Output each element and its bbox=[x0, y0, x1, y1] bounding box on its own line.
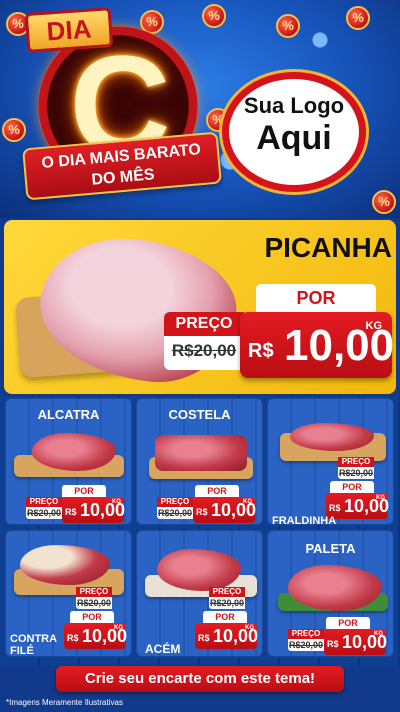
product-card-costela[interactable]: COSTELA POR PREÇO R$20,00 R$ 10,00 KG bbox=[136, 398, 263, 525]
por-label: POR bbox=[70, 611, 114, 623]
old-price: R$20,00 bbox=[157, 508, 193, 518]
unit: KG bbox=[114, 625, 123, 631]
old-price-box: PREÇO R$20,00 bbox=[338, 457, 374, 479]
product-name-line-1: CONTRA bbox=[10, 633, 58, 645]
percent-coin-icon: % bbox=[202, 4, 226, 28]
preco-label: PREÇO bbox=[157, 497, 193, 507]
contra-file-meat-image bbox=[20, 545, 110, 585]
preco-label: PREÇO bbox=[209, 587, 245, 597]
disclaimer-text: *Imagens Meramente Ilustrativas bbox=[6, 698, 123, 707]
price-tag: R$ 10,00 KG bbox=[195, 623, 258, 649]
product-name: COSTELA bbox=[168, 407, 231, 422]
product-name: ACÉM bbox=[145, 642, 181, 656]
product-name: FRALDINHA bbox=[272, 515, 337, 527]
currency: R$ bbox=[67, 633, 79, 643]
old-price: R$20,00 bbox=[338, 468, 374, 478]
product-card-contra-file[interactable]: PREÇO R$20,00 POR R$ 10,00 KG CONTRA FIL… bbox=[5, 530, 132, 657]
price-tag: R$ 10,00 KG bbox=[62, 497, 125, 523]
product-card-acem[interactable]: PREÇO R$20,00 POR R$ 10,00 KG ACÉM bbox=[136, 530, 263, 657]
preco-label: PREÇO bbox=[76, 587, 112, 597]
product-name-line-2: FILÉ bbox=[10, 645, 34, 657]
logo-placeholder[interactable]: Sua Logo Aqui bbox=[222, 72, 366, 192]
unit: KG bbox=[374, 631, 383, 637]
currency: R$ bbox=[196, 507, 208, 517]
por-label: POR bbox=[330, 481, 374, 493]
unit: KG bbox=[376, 495, 385, 501]
currency: R$ bbox=[327, 639, 339, 649]
old-price-box: PREÇO R$20,00 bbox=[288, 629, 324, 651]
costela-meat-image bbox=[155, 435, 247, 471]
flyer: % % % % % % % % DIA C O DIA MAIS BARATO … bbox=[0, 0, 400, 712]
unit: KG bbox=[243, 499, 252, 505]
old-price-box: PREÇO R$20,00 bbox=[26, 497, 62, 519]
unit: KG bbox=[112, 499, 121, 505]
currency: R$ bbox=[198, 633, 210, 643]
product-card-paleta[interactable]: PALETA POR PREÇO R$20,00 R$ 10,00 KG bbox=[267, 530, 394, 657]
percent-coin-icon: % bbox=[276, 14, 300, 38]
percent-coin-icon: % bbox=[372, 190, 396, 214]
create-flyer-button[interactable]: Crie seu encarte com este tema! bbox=[56, 666, 344, 692]
preco-label: PREÇO bbox=[338, 457, 374, 467]
currency: R$ bbox=[329, 503, 341, 513]
old-price: R$20,00 bbox=[76, 598, 112, 608]
fraldinha-meat-image bbox=[290, 423, 374, 451]
por-label: POR bbox=[326, 617, 370, 629]
logo-line-2: Aqui bbox=[256, 119, 332, 157]
old-price: R$20,00 bbox=[209, 598, 245, 608]
featured-old-price-box: PREÇO R$20,00 bbox=[164, 312, 244, 370]
featured-preco-label: PREÇO bbox=[164, 312, 244, 336]
old-price-box: PREÇO R$20,00 bbox=[209, 587, 245, 609]
logo-line-1: Sua Logo bbox=[243, 93, 345, 118]
product-card-fraldinha[interactable]: PREÇO R$20,00 POR R$ 10,00 KG FRALDINHA bbox=[267, 398, 394, 527]
product-card-alcatra[interactable]: ALCATRA POR PREÇO R$20,00 R$ 10,00 KG bbox=[5, 398, 132, 525]
featured-old-price: R$20,00 bbox=[171, 341, 237, 360]
alcatra-meat-image bbox=[32, 433, 116, 471]
featured-unit: KG bbox=[365, 320, 383, 332]
price-tag: R$ 10,00 KG bbox=[64, 623, 127, 649]
percent-coin-icon: % bbox=[2, 118, 26, 142]
por-label: POR bbox=[203, 611, 247, 623]
product-name: ALCATRA bbox=[37, 407, 100, 422]
unit: KG bbox=[245, 625, 254, 631]
featured-currency: R$ bbox=[248, 340, 274, 362]
por-label: POR bbox=[62, 485, 106, 497]
acem-meat-image bbox=[157, 549, 241, 591]
paleta-meat-image bbox=[288, 565, 382, 611]
preco-label: PREÇO bbox=[26, 497, 62, 507]
featured-product-name: PICANHA bbox=[264, 232, 392, 263]
por-label: POR bbox=[195, 485, 239, 497]
old-price-box: PREÇO R$20,00 bbox=[76, 587, 112, 609]
product-name: PALETA bbox=[305, 541, 356, 556]
old-price: R$20,00 bbox=[288, 640, 324, 650]
old-price: R$20,00 bbox=[26, 508, 62, 518]
price-tag: R$ 10,00 KG bbox=[324, 629, 387, 655]
featured-price-tag: R$ 10,00 KG bbox=[240, 312, 394, 378]
percent-coin-icon: % bbox=[346, 6, 370, 30]
featured-por-label: POR bbox=[256, 284, 376, 312]
currency: R$ bbox=[65, 507, 77, 517]
price-tag: R$ 10,00 KG bbox=[193, 497, 256, 523]
header-banner: % % % % % % % % DIA C O DIA MAIS BARATO … bbox=[0, 0, 400, 218]
old-price-box: PREÇO R$20,00 bbox=[157, 497, 193, 519]
preco-label: PREÇO bbox=[288, 629, 324, 639]
